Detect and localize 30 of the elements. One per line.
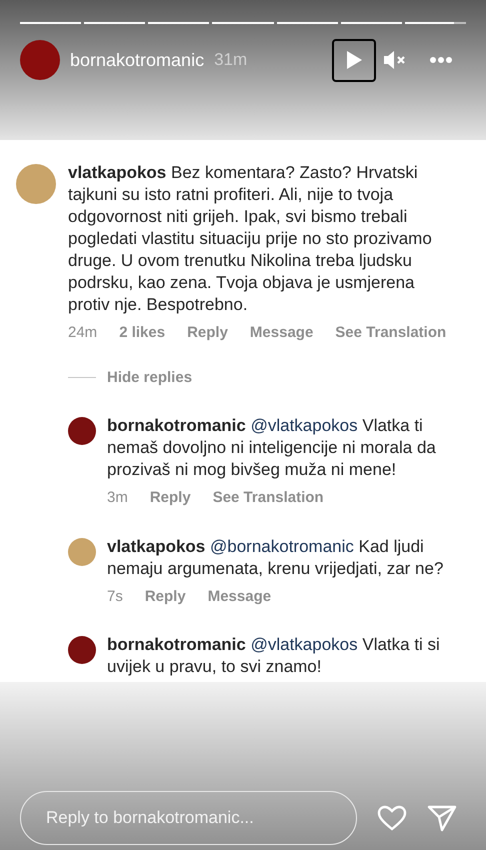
reply-text: bornakotromanic @vlatkapokos Vlatka ti nemaš dovoljno ni inteligencije ni morala da prozivaš ni mog bivšeg muža ni mene!	[107, 415, 437, 481]
comment-action[interactable]: Message	[250, 322, 314, 344]
reply-text: vlatkapokos @bornakotromanic Kad ljudi nemaju argumenata, krenu vrijedjati, zar ne?	[107, 536, 444, 580]
send-icon[interactable]	[427, 804, 457, 832]
mention-link[interactable]: @bornakotromanic	[210, 536, 354, 556]
comment-action[interactable]: 2 likes	[119, 322, 166, 344]
hide-replies-button[interactable]: Hide replies	[107, 366, 192, 389]
reply-field[interactable]: Reply to bornakotromanic...	[20, 791, 357, 845]
comment-action[interactable]: Message	[208, 586, 272, 608]
comment-time: 24m	[68, 323, 98, 343]
username[interactable]: bornakotromanic	[70, 46, 204, 74]
mention-link[interactable]: @vlatkapokos	[250, 416, 358, 435]
comment-action[interactable]: See Translation	[335, 322, 446, 344]
avatar[interactable]	[68, 636, 96, 664]
comment-time: 7s	[107, 586, 123, 606]
mute-icon[interactable]	[384, 50, 406, 70]
avatar[interactable]	[68, 417, 96, 445]
reply-text: bornakotromanic @vlatkapokos Vlatka ti si uvijek u pravu, to svi znamo!	[107, 634, 441, 678]
post-time: 31m	[214, 49, 248, 72]
comment-time: 3m	[107, 488, 128, 508]
more-icon[interactable]	[430, 57, 452, 63]
comment-action[interactable]: Reply	[144, 586, 186, 608]
comment-action[interactable]: Reply	[187, 322, 228, 344]
comment-text: vlatkapokos Bez komentara? Zasto? Hrvatski tajkuni su isto ratni profiteri. Ali, nije to tvoja odgovornost niti grijeh. Ipak, svi bismo trebali pogledati vlastitu situaciju prije no sto prozivamo druge. U ovom trenutku Nikolina treba ljudsku podrsku, kao zena. Tvoja objava je usmjerena protiv nje. Bespotrebno.	[68, 162, 433, 316]
comment-action[interactable]: Reply	[150, 487, 191, 510]
heart-icon[interactable]	[377, 805, 407, 831]
comment-action[interactable]: See Translation	[212, 487, 324, 510]
play-icon	[346, 51, 362, 69]
play-button[interactable]	[332, 38, 376, 82]
mention-link[interactable]: @vlatkapokos	[250, 635, 358, 654]
